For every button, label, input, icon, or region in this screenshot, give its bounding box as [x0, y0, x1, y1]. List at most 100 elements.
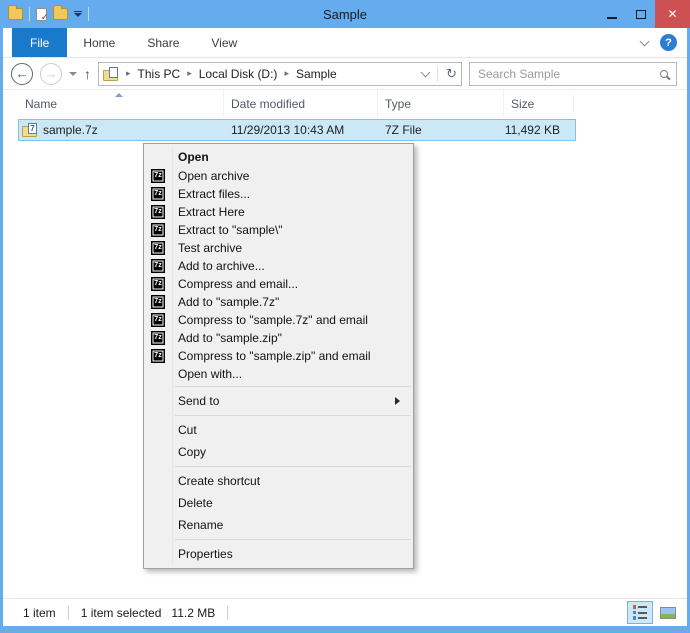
7z-file-icon: 7 — [22, 123, 38, 137]
minimize-button[interactable] — [597, 0, 626, 28]
menu-item-create-shortcut[interactable]: Create shortcut — [144, 470, 413, 492]
title-bar: ✓ Sample ✕ — [0, 0, 690, 28]
up-button[interactable]: ↑ — [84, 66, 91, 82]
menu-item-properties[interactable]: Properties — [144, 543, 413, 565]
menu-item-copy[interactable]: Copy — [144, 441, 413, 463]
address-bar[interactable]: ▸ This PC ▸ Local Disk (D:) ▸ Sample ↻ — [98, 61, 462, 86]
caption-buttons: ✕ — [597, 0, 690, 28]
7zip-icon: 7z — [151, 331, 165, 345]
column-header-date-modified[interactable]: Date modified — [223, 90, 377, 118]
menu-separator — [175, 386, 411, 387]
file-size: 11,492 KB — [504, 123, 560, 137]
column-header-type[interactable]: Type — [377, 90, 503, 118]
qat-separator — [29, 7, 30, 21]
menu-item-delete[interactable]: Delete — [144, 492, 413, 514]
file-row-selected[interactable]: 7 sample.7z 11/29/2013 10:43 AM 7Z File … — [18, 119, 576, 141]
menu-item-compress-and-email[interactable]: 7z Compress and email... — [144, 275, 413, 293]
breadcrumb-separator: ▸ — [126, 68, 131, 78]
7zip-icon: 7z — [151, 259, 165, 273]
address-folder-icon — [103, 66, 119, 81]
file-list-area[interactable]: Name Date modified Type Size 7 sample.7z… — [3, 90, 687, 598]
explorer-app-icon[interactable] — [8, 5, 23, 20]
address-dropdown-icon[interactable] — [420, 67, 431, 77]
menu-separator — [175, 415, 411, 416]
column-headers: Name Date modified Type Size — [3, 90, 687, 118]
customize-qat-icon[interactable] — [74, 10, 82, 18]
search-placeholder: Search Sample — [478, 66, 561, 81]
menu-item-add-to-sample-zip[interactable]: 7z Add to "sample.zip" — [144, 329, 413, 347]
window-title: Sample — [322, 6, 368, 22]
7zip-icon: 7z — [151, 313, 165, 327]
menu-item-add-to-archive[interactable]: 7z Add to archive... — [144, 257, 413, 275]
menu-item-test-archive[interactable]: 7z Test archive — [144, 239, 413, 257]
menu-item-extract-here[interactable]: 7z Extract Here — [144, 203, 413, 221]
forward-button[interactable]: → — [40, 62, 62, 85]
check-glyph: ✓ — [40, 11, 49, 23]
menu-item-cut[interactable]: Cut — [144, 419, 413, 441]
breadcrumb-separator: ▸ — [187, 68, 192, 78]
file-type: 7Z File — [385, 123, 422, 137]
maximize-button[interactable] — [626, 0, 655, 28]
breadcrumb-local-disk-d[interactable]: Local Disk (D:) — [199, 67, 278, 81]
close-icon: ✕ — [667, 7, 678, 21]
7zip-icon: 7z — [151, 277, 165, 291]
item-count: 1 item — [23, 605, 56, 620]
status-bar: 1 item 1 item selected 11.2 MB — [3, 598, 687, 626]
view-toggle-buttons — [627, 601, 681, 624]
qat-separator — [88, 7, 89, 21]
file-date-modified: 11/29/2013 10:43 AM — [231, 123, 345, 137]
search-input[interactable]: Search Sample — [469, 61, 677, 86]
column-header-name[interactable]: Name — [18, 90, 223, 118]
tab-file[interactable]: File — [12, 28, 68, 57]
client-area: File Home Share View ? ← → ↑ ▸ This PC ▸… — [3, 28, 687, 626]
menu-item-open-with[interactable]: Open with... — [144, 365, 413, 383]
7z-file-icon-glyph: 7 — [28, 123, 37, 134]
menu-item-send-to[interactable]: Send to — [144, 390, 413, 412]
details-view-button[interactable] — [627, 601, 653, 624]
maximize-icon — [635, 9, 646, 19]
column-header-size[interactable]: Size — [503, 90, 573, 118]
quick-access-toolbar: ✓ — [0, 5, 89, 23]
7zip-icon: 7z — [151, 169, 165, 183]
close-button[interactable]: ✕ — [655, 0, 690, 28]
menu-separator — [175, 539, 411, 540]
file-name: sample.7z — [43, 123, 98, 137]
breadcrumb-this-pc[interactable]: This PC — [138, 67, 181, 81]
back-button[interactable]: ← — [11, 62, 33, 85]
new-folder-icon[interactable] — [53, 5, 68, 20]
search-icon[interactable] — [660, 69, 668, 78]
thumbnails-view-icon — [660, 606, 676, 619]
selected-count: 1 item selected — [80, 605, 162, 620]
menu-item-rename[interactable]: Rename — [144, 514, 413, 536]
tab-share[interactable]: Share — [131, 28, 195, 57]
breadcrumb-separator: ▸ — [284, 68, 289, 78]
ribbon-right-controls: ? — [639, 28, 677, 57]
menu-item-open[interactable]: Open — [144, 147, 413, 167]
7zip-icon: 7z — [151, 295, 165, 309]
menu-item-compress-to-sample-zip-and-email[interactable]: 7z Compress to "sample.zip" and email — [144, 347, 413, 365]
context-menu: Open 7z Open archive 7z Extract files... 7… — [143, 143, 414, 569]
help-icon[interactable]: ? — [660, 34, 677, 51]
7zip-icon: 7z — [151, 223, 165, 237]
menu-item-extract-files[interactable]: 7z Extract files... — [144, 185, 413, 203]
status-separator — [67, 605, 69, 620]
explorer-window: ✓ Sample ✕ File Home Share View ? ← → ↑ … — [0, 0, 690, 633]
ribbon-tabs: File Home Share View ? — [3, 28, 687, 58]
menu-item-extract-to-sample[interactable]: 7z Extract to "sample\" — [144, 221, 413, 239]
address-divider — [437, 65, 439, 82]
properties-icon[interactable]: ✓ — [36, 7, 49, 23]
navigation-bar: ← → ↑ ▸ This PC ▸ Local Disk (D:) ▸ Samp… — [3, 58, 687, 90]
menu-item-add-to-sample-7z[interactable]: 7z Add to "sample.7z" — [144, 293, 413, 311]
submenu-arrow-icon — [395, 397, 400, 405]
details-view-icon — [632, 605, 648, 620]
expand-ribbon-icon[interactable] — [639, 36, 650, 46]
refresh-icon[interactable]: ↻ — [446, 66, 457, 82]
thumbnails-view-button[interactable] — [655, 601, 681, 624]
tab-view[interactable]: View — [195, 28, 253, 57]
breadcrumb-sample[interactable]: Sample — [296, 67, 337, 81]
tab-home[interactable]: Home — [67, 28, 131, 57]
menu-item-compress-to-sample-7z-and-email[interactable]: 7z Compress to "sample.7z" and email — [144, 311, 413, 329]
recent-locations-icon[interactable] — [69, 71, 77, 76]
status-separator — [227, 605, 229, 620]
menu-item-open-archive[interactable]: 7z Open archive — [144, 167, 413, 185]
